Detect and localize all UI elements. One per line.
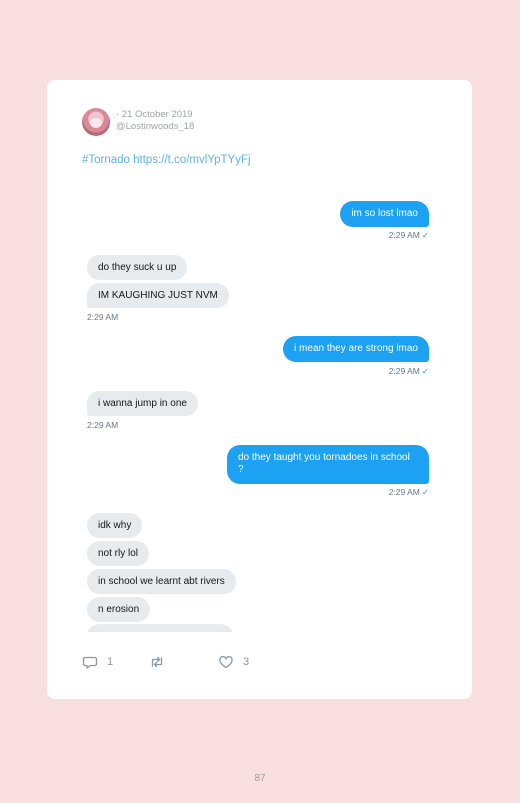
reply-button[interactable]: 1 [82,654,113,670]
reply-count: 1 [107,656,114,668]
tweet-card: · 21 October 2019 @Lostinwoods_18 #Torna… [47,80,472,699]
message-bubble-incoming: n erosion [87,597,151,622]
message-timestamp: 2:29 AM [87,420,119,430]
read-check-icon: ✓ [421,230,429,240]
dm-screenshot: im so lost lmao 2:29 AM ✓ do they suck u … [47,190,472,632]
like-button[interactable]: 3 [218,654,249,670]
message-bubble-incoming: do they suck u up [87,255,188,280]
page-number: 87 [254,773,266,784]
avatar[interactable] [82,108,110,136]
message-bubble-incoming: in school we learnt abt rivers [87,569,236,594]
tweet-text[interactable]: #Tornado https://t.co/mvlYpTYyFj [82,154,251,166]
retweet-button[interactable] [149,654,174,670]
message-bubble-incoming-cut [87,624,233,632]
message-bubble-incoming: idk why [87,513,143,538]
like-count: 3 [243,656,250,668]
message-timestamp: 2:29 AM ✓ [389,366,429,377]
read-check-icon: ✓ [421,366,429,376]
message-timestamp: 2:29 AM ✓ [389,487,429,498]
retweet-icon [151,656,163,668]
timestamp-text: 2:29 AM [388,230,420,240]
message-timestamp: 2:29 AM [87,312,119,322]
message-bubble-incoming: not rly lol [87,541,150,566]
message-bubble-outgoing: do they taught you tornadoes in school ? [227,445,429,484]
tweet-meta: · 21 October 2019 @Lostinwoods_18 [116,109,194,133]
message-bubble-incoming: i wanna jump in one [87,391,198,416]
tweet-handle[interactable]: @Lostinwoods_18 [116,121,194,133]
reply-icon [82,656,98,669]
tweet-date: · 21 October 2019 [116,109,193,120]
timestamp-text: 2:29 AM [388,366,420,376]
timestamp-text: 2:29 AM [388,487,420,497]
message-timestamp: 2:29 AM ✓ [389,230,429,241]
heart-icon [219,655,233,669]
message-bubble-outgoing: im so lost lmao [340,201,429,227]
message-bubble-incoming: IM KAUGHING JUST NVM [87,283,229,308]
read-check-icon: ✓ [421,487,429,497]
message-bubble-outgoing: i mean they are strong lmao [283,336,429,362]
